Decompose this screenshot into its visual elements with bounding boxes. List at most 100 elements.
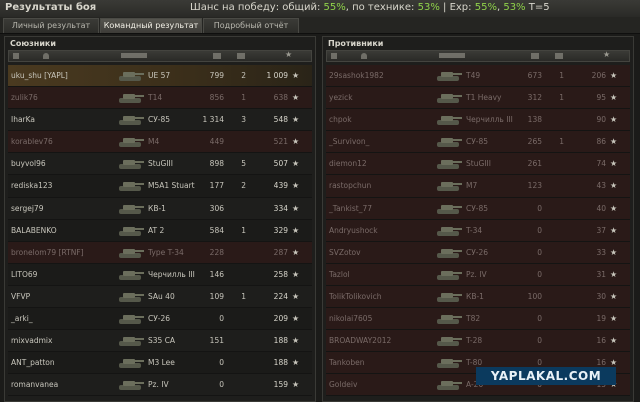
player-name: sergej79 bbox=[11, 203, 44, 213]
player-name: yezick bbox=[329, 93, 353, 103]
person-icon[interactable] bbox=[43, 53, 49, 59]
player-row[interactable]: sergej79 КВ-1 306 334 ★ bbox=[8, 198, 312, 220]
player-name: LITO69 bbox=[11, 269, 38, 279]
star-icon: ★ bbox=[292, 314, 300, 324]
player-row[interactable]: nikolai7605 T82 0 19 ★ bbox=[326, 308, 630, 331]
damage-value: 109 bbox=[209, 291, 224, 301]
player-name: TolikTolikovich bbox=[329, 291, 382, 301]
tank-icon bbox=[119, 226, 144, 236]
star-icon: ★ bbox=[610, 159, 618, 169]
xp-value: 439 bbox=[273, 181, 288, 191]
xp-value: 329 bbox=[273, 225, 288, 235]
damage-value: 261 bbox=[527, 159, 542, 169]
tank-name: S35 CA bbox=[148, 336, 176, 346]
tank-name: T-34 bbox=[466, 225, 483, 235]
player-row[interactable]: korablev76 M4 449 521 ★ bbox=[8, 131, 312, 154]
tank-icon bbox=[437, 337, 462, 347]
tank-icon bbox=[119, 248, 144, 258]
player-row[interactable]: SVZotov СУ-26 0 33 ★ bbox=[326, 241, 630, 264]
damage-value: 0 bbox=[219, 314, 224, 324]
win-chance: Шанс на победу: общий: 55%, по технике: … bbox=[190, 2, 550, 13]
kills-icon[interactable] bbox=[555, 53, 563, 59]
star-icon: ★ bbox=[610, 269, 618, 279]
star-icon: ★ bbox=[610, 93, 618, 103]
player-row[interactable]: LITO69 Черчилль III 146 258 ★ bbox=[8, 263, 312, 286]
tank-name: СУ-85 bbox=[466, 203, 489, 213]
player-name: VFVP bbox=[11, 291, 31, 301]
tab-personal[interactable]: Личный результат bbox=[3, 18, 99, 33]
xp-value: 37 bbox=[596, 225, 606, 235]
tank-icon bbox=[437, 94, 462, 104]
star-icon: ★ bbox=[292, 247, 300, 257]
damage-value: 799 bbox=[209, 71, 224, 80]
star-icon[interactable]: ★ bbox=[603, 50, 610, 59]
damage-value: 138 bbox=[527, 115, 542, 125]
star-icon[interactable]: ★ bbox=[285, 50, 292, 59]
allies-column-header: ★ bbox=[8, 50, 312, 62]
player-row[interactable]: uku_shu [YAPL] UE 57 799 2 1 009 ★ bbox=[8, 65, 312, 88]
tab-team[interactable]: Командный результат bbox=[100, 18, 202, 33]
player-row[interactable]: VFVP SAu 40 109 1 224 ★ bbox=[8, 286, 312, 309]
player-row[interactable]: IharKa СУ-85 1 314 3 548 ★ bbox=[8, 109, 312, 132]
player-name: mixvadmix bbox=[11, 336, 53, 346]
allies-list: uku_shu [YAPL] UE 57 799 2 1 009 ★ zulik76 T14 8… bbox=[8, 65, 312, 397]
xp-value: 30 bbox=[596, 291, 606, 301]
star-icon: ★ bbox=[610, 203, 618, 213]
damage-value: 0 bbox=[537, 269, 542, 279]
exp-2: 53% bbox=[503, 2, 526, 13]
exp-1: 55% bbox=[474, 2, 497, 13]
player-row[interactable]: BROADWAY2012 T-28 0 16 ★ bbox=[326, 330, 630, 353]
tank-name: СУ-85 bbox=[466, 137, 489, 147]
player-row[interactable]: bronelom79 [RTNF] Type T-34 228 287 ★ bbox=[8, 241, 312, 264]
damage-value: 449 bbox=[209, 137, 224, 147]
xp-value: 33 bbox=[596, 247, 606, 257]
damage-icon[interactable] bbox=[213, 53, 221, 59]
player-row[interactable]: ANT_patton M3 Lee 0 188 ★ bbox=[8, 352, 312, 375]
tank-icon bbox=[437, 270, 462, 280]
kills-icon[interactable] bbox=[237, 53, 245, 59]
person-icon[interactable] bbox=[361, 53, 367, 59]
player-name: buyvol96 bbox=[11, 159, 46, 169]
player-row[interactable]: buyvol96 StuGIII 898 5 507 ★ bbox=[8, 153, 312, 176]
player-row[interactable]: rastopchun M7 123 43 ★ bbox=[326, 175, 630, 198]
player-row[interactable]: chpok Черчилль III 138 90 ★ bbox=[326, 109, 630, 132]
tank-icon[interactable] bbox=[121, 53, 147, 58]
square-icon[interactable] bbox=[13, 53, 19, 59]
player-row[interactable]: BALABENKO AT 2 584 1 329 ★ bbox=[8, 219, 312, 242]
player-row[interactable]: yezick T1 Heavy 312 1 95 ★ bbox=[326, 87, 630, 110]
player-row[interactable]: _Survivon_ СУ-85 265 1 86 ★ bbox=[326, 131, 630, 154]
tank-icon bbox=[119, 94, 144, 104]
square-icon[interactable] bbox=[331, 53, 337, 59]
damage-icon[interactable] bbox=[531, 53, 539, 59]
player-row[interactable]: Andryushock T-34 0 37 ★ bbox=[326, 219, 630, 242]
tab-detailed[interactable]: Подробный отчёт bbox=[203, 18, 299, 33]
player-name: romanvanea bbox=[11, 380, 59, 390]
player-row[interactable]: diemon12 StuGIII 261 74 ★ bbox=[326, 153, 630, 176]
player-row[interactable]: zulik76 T14 856 1 638 ★ bbox=[8, 87, 312, 110]
player-row[interactable]: TolikTolikovich КВ-1 100 30 ★ bbox=[326, 285, 630, 309]
player-row[interactable]: Tazlol Pz. IV 0 31 ★ bbox=[326, 263, 630, 286]
xp-value: 638 bbox=[273, 93, 288, 103]
kills-value: 5 bbox=[241, 159, 246, 169]
damage-value: 265 bbox=[527, 137, 542, 147]
allies-title: Союзники bbox=[10, 39, 56, 48]
star-icon: ★ bbox=[610, 137, 618, 147]
player-row[interactable]: _arki_ СУ-26 0 209 ★ bbox=[8, 308, 312, 331]
xp-value: 548 bbox=[273, 115, 288, 125]
xp-value: 43 bbox=[596, 181, 606, 191]
star-icon: ★ bbox=[610, 314, 618, 324]
tank-icon[interactable] bbox=[439, 53, 465, 58]
player-row[interactable]: 29sashok1982 T49 673 1 206 ★ bbox=[326, 65, 630, 88]
star-icon: ★ bbox=[292, 203, 300, 213]
tank-icon bbox=[119, 116, 144, 126]
player-row[interactable]: rediska123 M5A1 Stuart 177 2 439 ★ bbox=[8, 175, 312, 198]
player-name: zulik76 bbox=[11, 93, 38, 103]
star-icon: ★ bbox=[610, 291, 618, 301]
player-row[interactable]: romanvanea Pz. IV 0 159 ★ bbox=[8, 374, 312, 397]
player-row[interactable]: _Tankist_77 СУ-85 0 40 ★ bbox=[326, 197, 630, 220]
xp-value: 1 009 bbox=[266, 71, 288, 80]
xp-value: 334 bbox=[273, 203, 288, 213]
star-icon: ★ bbox=[292, 380, 300, 390]
player-row[interactable]: mixvadmix S35 CA 151 188 ★ bbox=[8, 330, 312, 353]
player-name: uku_shu [YAPL] bbox=[11, 71, 68, 80]
